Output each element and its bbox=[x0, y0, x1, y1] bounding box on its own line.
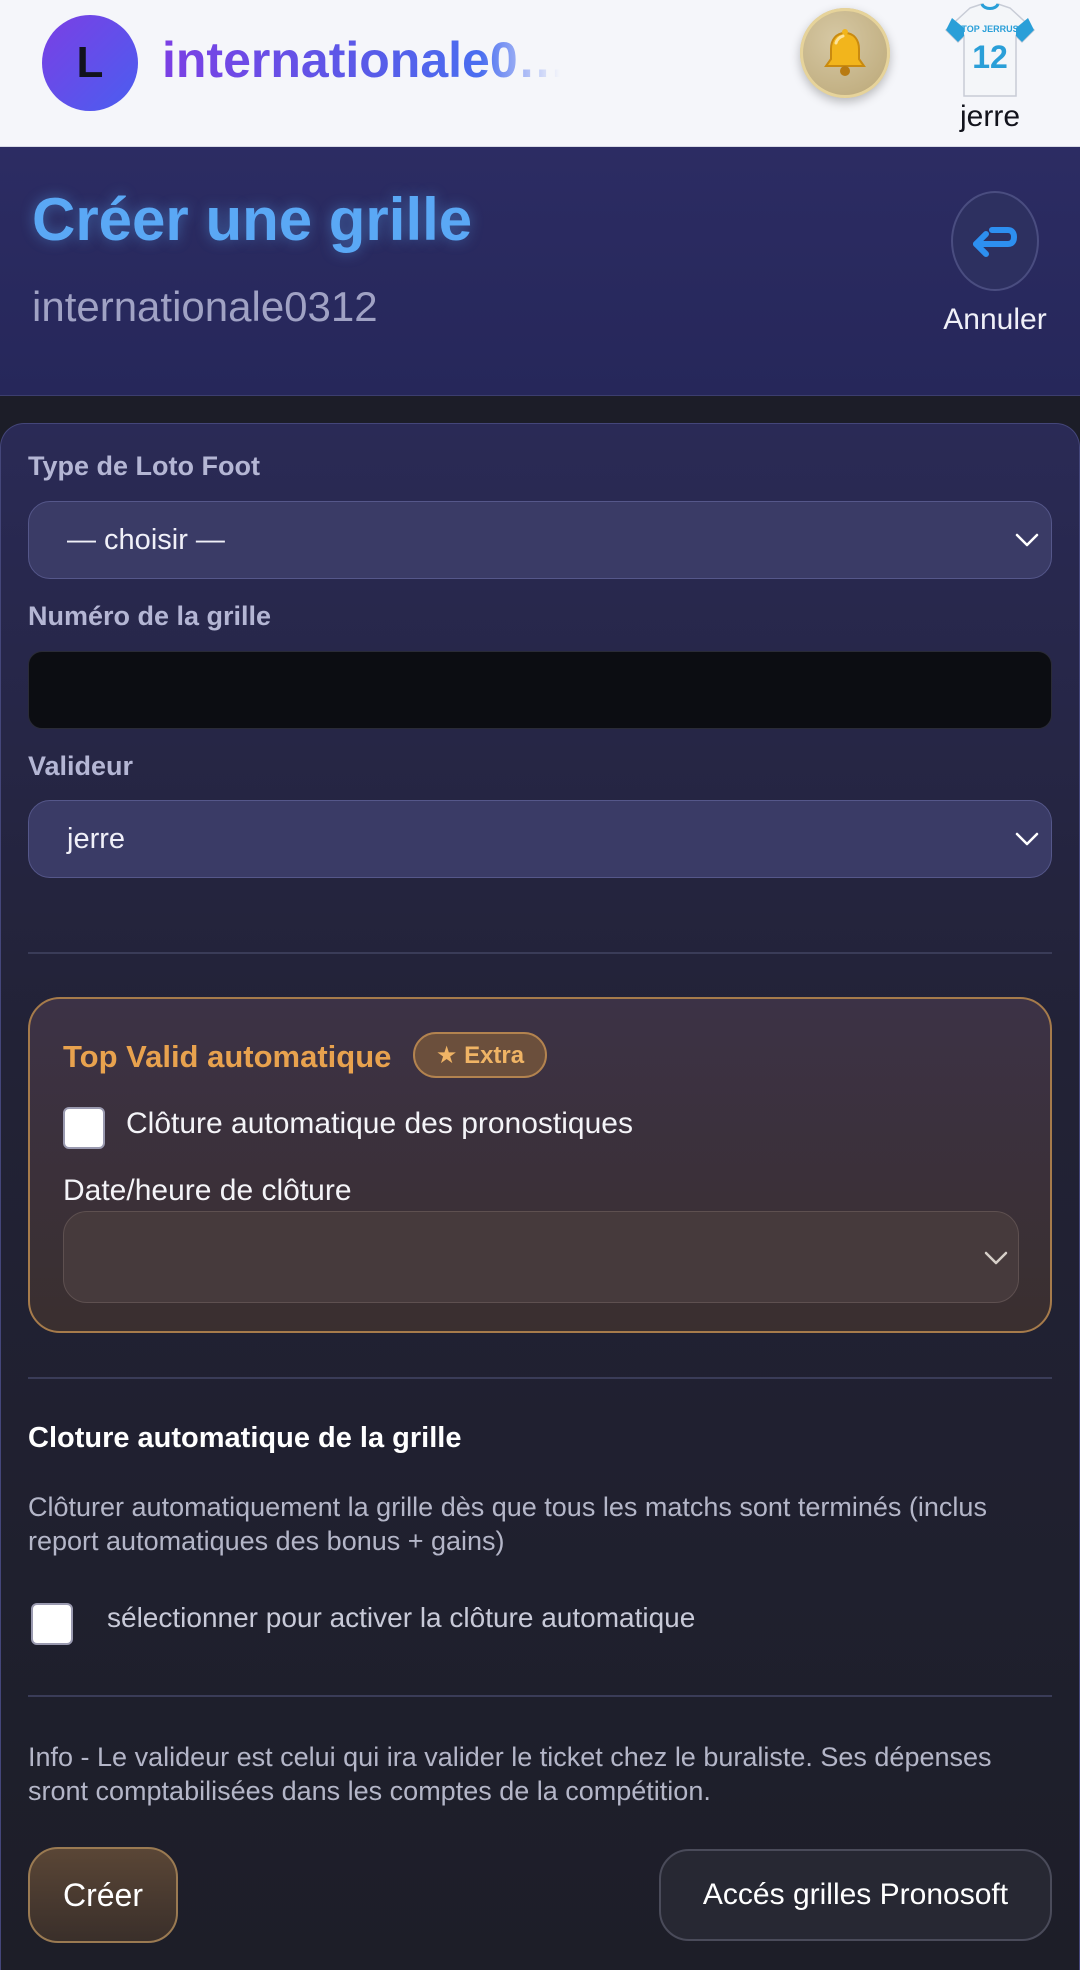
close-datetime-label: Date/heure de clôture bbox=[63, 1174, 352, 1207]
auto-close-predictions-label[interactable]: Clôture automatique des pronostiques bbox=[126, 1107, 633, 1141]
group-avatar[interactable]: L bbox=[42, 15, 138, 111]
close-datetime-select[interactable] bbox=[63, 1211, 1019, 1303]
cancel-button[interactable] bbox=[951, 191, 1039, 291]
auto-close-grid-description: Clôturer automatiquement la grille dès q… bbox=[28, 1492, 987, 1556]
info-text: Info - Le valideur est celui qui ira val… bbox=[28, 1742, 992, 1806]
auto-close-grid-label[interactable]: sélectionner pour activer la clôture aut… bbox=[107, 1602, 695, 1634]
auto-close-grid-title: Cloture automatique de la grille bbox=[28, 1422, 462, 1454]
cancel-label[interactable]: Annuler bbox=[930, 303, 1060, 337]
page-subtitle: internationale0312 bbox=[32, 283, 378, 330]
jersey-text: TOP JERRUS bbox=[961, 24, 1018, 34]
grid-number-label: Numéro de la grille bbox=[28, 601, 272, 631]
type-label: Type de Loto Foot bbox=[28, 451, 260, 481]
validator-label: Valideur bbox=[28, 751, 134, 781]
auto-close-predictions-checkbox[interactable] bbox=[63, 1107, 105, 1149]
type-select-value: — choisir — bbox=[67, 524, 225, 556]
top-valid-panel: Top Valid automatique ★ Extra Clôture au… bbox=[28, 997, 1052, 1333]
pronosoft-grids-button[interactable]: Accés grilles Pronosoft bbox=[659, 1849, 1052, 1941]
page-title: Créer une grille bbox=[32, 186, 473, 253]
chevron-down-icon bbox=[984, 1251, 1008, 1265]
divider bbox=[28, 1695, 1052, 1697]
bell-icon bbox=[824, 29, 866, 76]
avatar-letter: L bbox=[76, 38, 104, 87]
auto-close-grid-checkbox[interactable] bbox=[31, 1603, 73, 1645]
group-title[interactable]: internationale0… bbox=[162, 28, 560, 92]
jersey-avatar: TOP JERRUS 12 bbox=[944, 3, 1036, 97]
jersey-number: 12 bbox=[972, 39, 1008, 75]
divider bbox=[28, 952, 1052, 954]
notifications-button[interactable] bbox=[800, 8, 890, 98]
validator-select[interactable]: jerre bbox=[28, 800, 1052, 878]
create-button[interactable]: Créer bbox=[28, 1847, 178, 1943]
grid-number-input[interactable] bbox=[28, 651, 1052, 729]
validator-select-value: jerre bbox=[67, 823, 126, 855]
return-arrow-icon bbox=[973, 227, 1017, 257]
user-profile[interactable]: TOP JERRUS 12 jerre bbox=[930, 0, 1050, 147]
top-valid-title: Top Valid automatique bbox=[63, 1039, 392, 1074]
user-name: jerre bbox=[959, 100, 1020, 133]
chevron-down-icon bbox=[1015, 533, 1039, 547]
top-bar: L internationale0… TOP JERRUS 12 jerre bbox=[0, 0, 1080, 147]
extra-badge: ★ Extra bbox=[413, 1032, 547, 1078]
type-select[interactable]: — choisir — bbox=[28, 501, 1052, 579]
page-header: Créer une grille internationale0312 Annu… bbox=[0, 147, 1080, 396]
chevron-down-icon bbox=[1015, 832, 1039, 846]
divider bbox=[28, 1377, 1052, 1379]
